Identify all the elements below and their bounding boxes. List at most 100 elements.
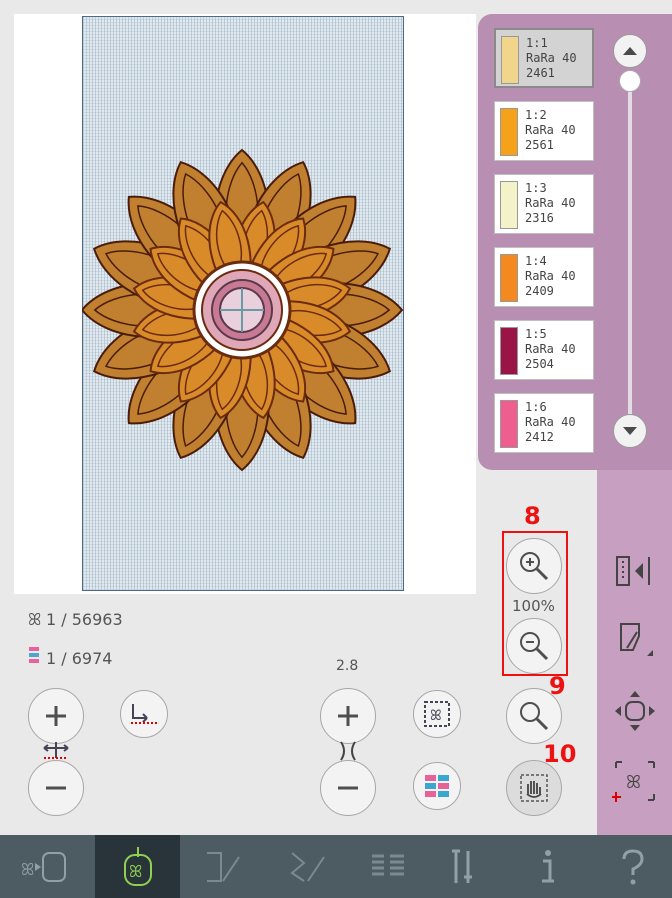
embroidery-hoop-icon: ꕤ — [123, 846, 152, 886]
thread-position: 1:3 — [525, 181, 547, 195]
zoom-value: 100% — [512, 597, 555, 615]
zoom-in-icon — [520, 552, 549, 581]
thread-color-item-6[interactable]: 1:6 RaRa 40 2412 — [494, 393, 594, 453]
zoom-out-icon — [520, 632, 549, 661]
thread-code: 2461 — [526, 66, 555, 80]
hand-icon — [520, 774, 548, 802]
svg-text:ꕤ: ꕤ — [626, 772, 641, 793]
thread-color-chip — [500, 108, 518, 156]
thread-position: 1:6 — [525, 400, 547, 414]
taskbar-settings[interactable] — [420, 835, 505, 898]
thread-position: 1:4 — [525, 254, 547, 268]
thread-position: 1:5 — [525, 327, 547, 341]
stitch-backward-button[interactable] — [28, 760, 84, 816]
plus-icon — [338, 706, 358, 726]
zoom-to-fit-button[interactable] — [506, 688, 562, 744]
thread-code: 2409 — [525, 284, 554, 298]
move-arrows-icon — [615, 691, 655, 731]
butterfly-icon: ꕤ — [28, 610, 42, 629]
thread-code: 2412 — [525, 430, 554, 444]
thread-color-panel: 1:1 RaRa 40 2461 1:2 RaRa 40 2561 1:3 RaRa 40… — [478, 14, 672, 470]
stitch-needle-position-button[interactable] — [120, 690, 168, 738]
embroidery-design[interactable] — [82, 145, 404, 475]
color-blocks-icon — [425, 775, 449, 797]
taskbar-file-manager[interactable] — [345, 835, 430, 898]
thread-brand: RaRa 40 — [526, 51, 577, 65]
scroll-up-button[interactable] — [613, 34, 647, 68]
scroll-thumb[interactable] — [619, 70, 641, 92]
thread-code: 2504 — [525, 357, 554, 371]
zoom-in-button[interactable] — [506, 538, 562, 594]
color-block-counter: 1 / 6974 — [28, 646, 112, 668]
svg-text:ꕤ: ꕤ — [129, 862, 142, 881]
taskbar: ꕤ ꕤ — [0, 835, 672, 898]
basting-button[interactable]: ꕤ — [413, 690, 461, 738]
stitch-position-button[interactable] — [610, 546, 660, 596]
stitch-creator-icon — [206, 851, 240, 882]
color-block-count: 1 / 6974 — [46, 649, 113, 668]
color-block-icon — [28, 646, 46, 668]
tension-decrease-button[interactable] — [320, 760, 376, 816]
thread-color-item-5[interactable]: 1:5 RaRa 40 2504 — [494, 320, 594, 380]
svg-text:ꕤ: ꕤ — [430, 708, 442, 724]
zoom-out-button[interactable] — [506, 618, 562, 674]
tools-icon — [451, 849, 472, 883]
chevron-up-icon — [623, 47, 637, 55]
thread-color-chip — [501, 36, 519, 84]
tension-icon — [337, 740, 359, 762]
svg-text:ꕤ: ꕤ — [21, 860, 34, 879]
sewing-machine-icon: ꕤ — [21, 851, 66, 882]
sequence-creator-icon — [289, 851, 325, 882]
minus-icon — [338, 786, 358, 790]
minus-icon — [46, 786, 66, 790]
scroll-down-button[interactable] — [613, 414, 647, 448]
thread-color-item-4[interactable]: 1:4 RaRa 40 2409 — [494, 247, 594, 307]
taskbar-info[interactable] — [505, 835, 590, 898]
stitch-counter: ꕤ1 / 56963 — [28, 610, 123, 630]
thread-color-chip — [500, 327, 518, 375]
callout-8: 8 — [524, 502, 541, 530]
thread-position: 1:1 — [526, 36, 548, 50]
color-block-sort-button[interactable] — [413, 762, 461, 810]
chevron-down-icon — [623, 427, 637, 435]
thread-color-item-3[interactable]: 1:3 RaRa 40 2316 — [494, 174, 594, 234]
move-design-button[interactable] — [610, 686, 660, 736]
thread-color-chip — [500, 181, 518, 229]
file-list-icon — [371, 854, 404, 875]
thread-brand: RaRa 40 — [525, 342, 576, 356]
thread-brand: RaRa 40 — [525, 269, 576, 283]
butterfly-position-icon: ꕤ — [612, 761, 655, 802]
thread-code: 2316 — [525, 211, 554, 225]
info-icon — [541, 849, 554, 882]
tension-value: 2.8 — [336, 658, 359, 674]
scroll-track[interactable] — [628, 84, 632, 424]
thread-color-list: 1:1 RaRa 40 2461 1:2 RaRa 40 2561 1:3 RaRa 40… — [494, 28, 599, 466]
needle-step-icon — [131, 704, 157, 724]
stitch-count: 1 / 56963 — [46, 610, 123, 629]
thread-color-item-2[interactable]: 1:2 RaRa 40 2561 — [494, 101, 594, 161]
basting-frame-icon: ꕤ — [424, 701, 450, 727]
embroidery-stitch-out-screen: 1:1 RaRa 40 2461 1:2 RaRa 40 2561 1:3 RaRa 40… — [0, 0, 672, 898]
thread-color-chip — [500, 400, 518, 448]
taskbar-stitch-creator[interactable] — [180, 835, 265, 898]
plus-icon — [46, 706, 66, 726]
thread-brand: RaRa 40 — [525, 123, 576, 137]
taskbar-sequence-creator[interactable] — [265, 835, 350, 898]
thread-color-item-1[interactable]: 1:1 RaRa 40 2461 — [494, 28, 594, 88]
tension-increase-button[interactable] — [320, 688, 376, 744]
taskbar-help[interactable] — [590, 835, 672, 898]
corner-check-icon — [620, 623, 653, 656]
stitch-step-icon — [40, 740, 72, 760]
taskbar-embroidery-stitch-out[interactable]: ꕤ — [95, 835, 180, 898]
stitch-forward-button[interactable] — [28, 688, 84, 744]
corner-check-button[interactable] — [610, 615, 660, 665]
precise-position-button[interactable]: ꕤ — [610, 756, 660, 806]
thread-brand: RaRa 40 — [525, 415, 576, 429]
pan-button[interactable] — [506, 760, 562, 816]
thread-code: 2561 — [525, 138, 554, 152]
thread-color-chip — [500, 254, 518, 302]
magnifier-icon — [520, 702, 549, 731]
thread-position: 1:2 — [525, 108, 547, 122]
stitch-position-icon — [616, 556, 650, 586]
taskbar-sew-mode[interactable]: ꕤ — [0, 835, 85, 898]
